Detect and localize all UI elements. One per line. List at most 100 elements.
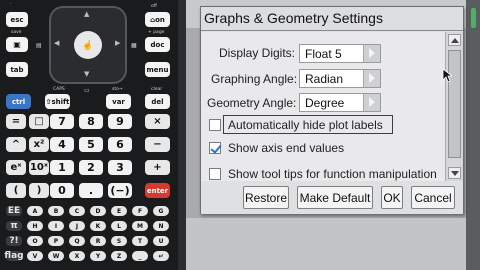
off-label: off [151,4,157,9]
letter-key-1-6[interactable]: M [132,221,148,231]
letter-key-0-1[interactable]: A [27,206,43,216]
var-key[interactable]: var [106,94,131,109]
display-digits-dropdown-arrow-icon[interactable] [363,45,380,62]
ok-button[interactable]: OK [381,186,403,209]
letter-key-2-1[interactable]: O [27,236,43,246]
letter-key-0-7[interactable]: G [153,206,169,216]
touchpad[interactable]: ▲ ▼ ◀ ▶ ☝ [49,6,127,84]
mouse-pointer-icon [442,68,452,83]
letter-key-2-4[interactable]: R [90,236,106,246]
key-2-1[interactable]: 10ˣ [29,160,49,175]
geometry-angle-value: Degree [305,96,345,110]
key-0-4[interactable]: 9 [108,114,132,129]
display-digits-select[interactable]: Float 5 [299,44,381,63]
ctrl-key[interactable]: ctrl [6,94,31,109]
graphing-angle-select[interactable]: Radian [299,69,381,88]
letter-key-2-2[interactable]: P [48,236,64,246]
key-3-0[interactable]: ( [6,183,26,198]
key-2-4[interactable]: 3 [108,160,132,175]
letter-key-2-0[interactable]: ?! [6,236,22,246]
key-2-5[interactable]: + [145,160,170,175]
key-3-4[interactable]: (−) [108,183,132,198]
letter-key-1-1[interactable]: H [27,221,43,231]
menu-key[interactable]: menu [145,62,170,77]
show-axis-end-values-checkbox[interactable] [209,142,221,154]
letter-key-3-6[interactable]: _ [132,251,148,261]
key-label-esc-alt: · [10,2,12,7]
hand-icon: ☝ [82,39,94,50]
key-3-1[interactable]: ) [29,183,49,198]
calculator-keypad: · esc save ▣ tab ▤ ▲ ▼ ◀ ▶ ☝ ▭ off ⌂ on +… [0,0,178,270]
letter-key-1-3[interactable]: J [69,221,85,231]
letter-key-0-4[interactable]: D [90,206,106,216]
key-0-1[interactable]: □ [29,114,49,129]
letter-key-3-2[interactable]: W [48,251,64,261]
letter-key-3-0[interactable]: flag [4,251,24,261]
del-key[interactable]: del [145,94,170,109]
esc-key[interactable]: esc [6,12,28,27]
key-1-5[interactable]: − [145,137,170,152]
letter-key-1-4[interactable]: K [90,221,106,231]
key-3-5[interactable]: enter [145,183,170,198]
letter-key-2-6[interactable]: T [132,236,148,246]
key-0-0[interactable]: = [6,114,26,129]
doc-key[interactable]: doc [145,37,170,52]
key-3-2[interactable]: 0 [50,183,74,198]
touchpad-click-button[interactable]: ☝ [74,31,102,59]
key-1-2[interactable]: 4 [50,137,74,152]
letter-key-3-4[interactable]: Y [90,251,106,261]
letter-key-3-5[interactable]: Z [111,251,127,261]
key-3-3[interactable]: . [79,183,103,198]
dialog-titlebar[interactable]: Graphs & Geometry Settings [201,7,463,31]
key-0-5[interactable]: × [145,114,170,129]
letter-key-1-7[interactable]: N [153,221,169,231]
graphing-angle-dropdown-arrow-icon[interactable] [363,70,380,87]
letter-key-0-2[interactable]: B [48,206,64,216]
touchpad-left-key[interactable]: ▣ [6,37,28,52]
letter-key-0-0[interactable]: EE [6,206,22,216]
letter-key-3-1[interactable]: V [27,251,43,261]
show-tool-tips-checkbox[interactable] [209,168,221,180]
scroll-down-arrow-icon[interactable] [448,167,461,179]
scrollbar-thumb[interactable] [448,50,461,158]
letter-key-2-5[interactable]: S [111,236,127,246]
letter-key-3-3[interactable]: X [69,251,85,261]
hide-plot-labels-checkbox[interactable] [209,119,221,131]
letter-key-3-7[interactable]: ↵ [153,251,169,261]
left-arrow-icon: ◀ [54,39,60,47]
geometry-angle-select[interactable]: Degree [299,93,381,112]
on-key[interactable]: ⌂ on [145,12,170,27]
key-2-2[interactable]: 1 [50,160,74,175]
scroll-up-arrow-icon[interactable] [448,34,461,46]
tab-key[interactable]: tab [6,62,28,77]
letter-key-0-5[interactable]: E [111,206,127,216]
letter-key-2-7[interactable]: U [153,236,169,246]
letter-key-1-2[interactable]: I [48,221,64,231]
letter-key-1-0[interactable]: π [6,221,22,231]
display-digits-value: Float 5 [305,47,342,61]
geometry-angle-label: Geometry Angle: [207,96,297,110]
key-1-0[interactable]: ^ [6,137,26,152]
dialog-button-bar: Restore Make Default OK Cancel [201,182,463,214]
cancel-button[interactable]: Cancel [411,186,455,209]
geometry-angle-dropdown-arrow-icon[interactable] [363,94,380,111]
letter-key-2-3[interactable]: Q [69,236,85,246]
letter-key-1-5[interactable]: L [111,221,127,231]
make-default-button[interactable]: Make Default [297,186,373,209]
page-label: + page [148,30,165,35]
key-1-4[interactable]: 6 [108,137,132,152]
restore-button[interactable]: Restore [243,186,289,209]
dialog-scrollbar[interactable] [445,32,463,181]
letter-key-0-3[interactable]: C [69,206,85,216]
key-1-3[interactable]: 5 [79,137,103,152]
key-0-3[interactable]: 8 [79,114,103,129]
key-2-0[interactable]: eˣ [6,160,26,175]
dialog-title: Graphs & Geometry Settings [204,10,383,26]
key-1-1[interactable]: x² [29,137,49,152]
save-label: save [11,30,22,35]
key-2-3[interactable]: 2 [79,160,103,175]
letter-key-0-6[interactable]: F [132,206,148,216]
caps-label: CAPS [53,87,65,92]
key-0-2[interactable]: 7 [50,114,74,129]
shift-key[interactable]: ⇧shift [45,94,70,109]
